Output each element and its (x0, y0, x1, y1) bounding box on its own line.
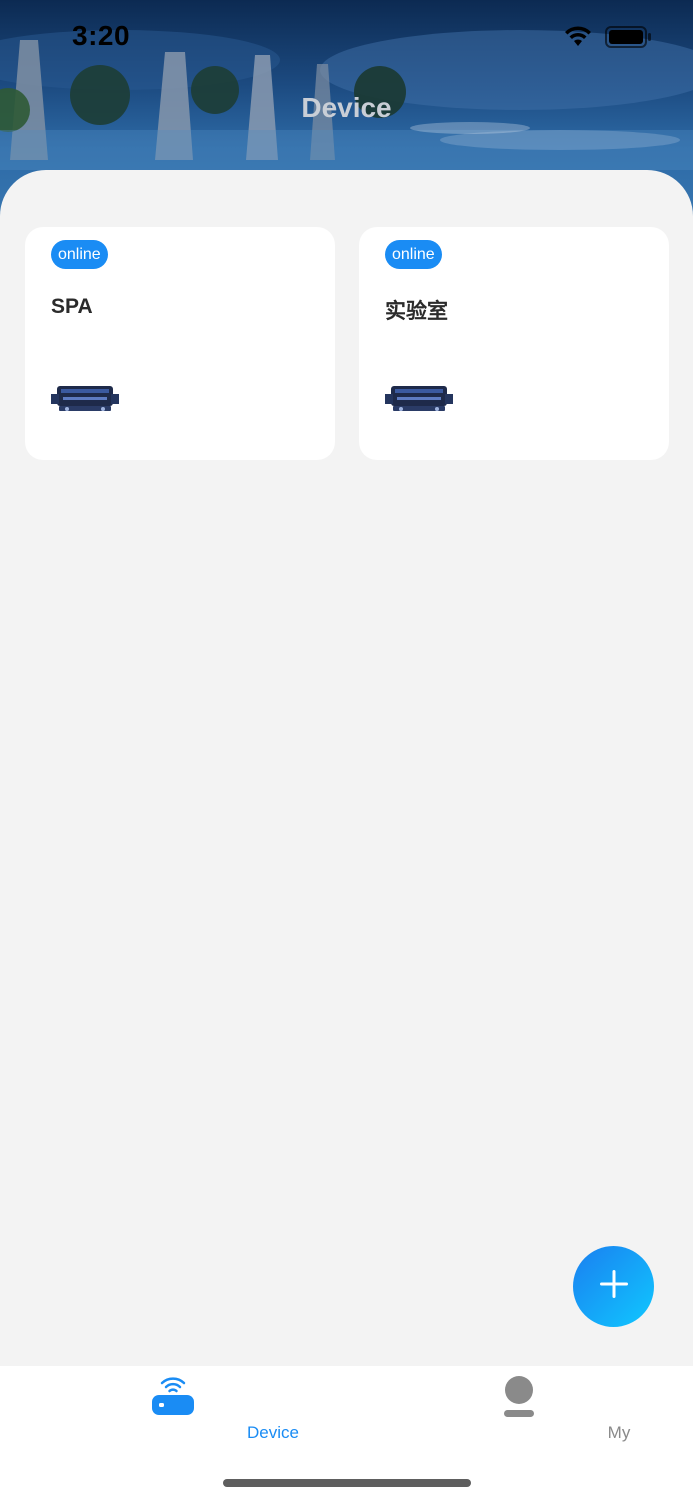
wifi-icon (563, 26, 593, 53)
tab-my[interactable]: My (419, 1366, 630, 1446)
status-bar-time: 3:20 (72, 20, 131, 51)
device-name: SPA (51, 295, 93, 318)
page-title: Device (301, 92, 392, 123)
spa-controller-image (385, 382, 453, 419)
device-card-spa[interactable]: online SPA (25, 227, 335, 460)
home-indicator (223, 1479, 471, 1487)
add-device-button[interactable] (573, 1246, 654, 1327)
battery-icon (605, 26, 651, 53)
status-bar-icons (563, 26, 651, 53)
device-card-lab[interactable]: online 实验室 (359, 227, 669, 460)
status-badge: online (51, 240, 108, 269)
tab-label: My (607, 1423, 631, 1442)
device-name: 实验室 (385, 300, 448, 323)
user-icon (503, 1376, 535, 1423)
tab-label: Device (247, 1423, 299, 1442)
spa-controller-image (51, 382, 119, 419)
router-icon (151, 1376, 195, 1421)
plus-icon (597, 1267, 631, 1306)
status-badge: online (385, 240, 442, 269)
tab-device[interactable]: Device (73, 1366, 299, 1446)
